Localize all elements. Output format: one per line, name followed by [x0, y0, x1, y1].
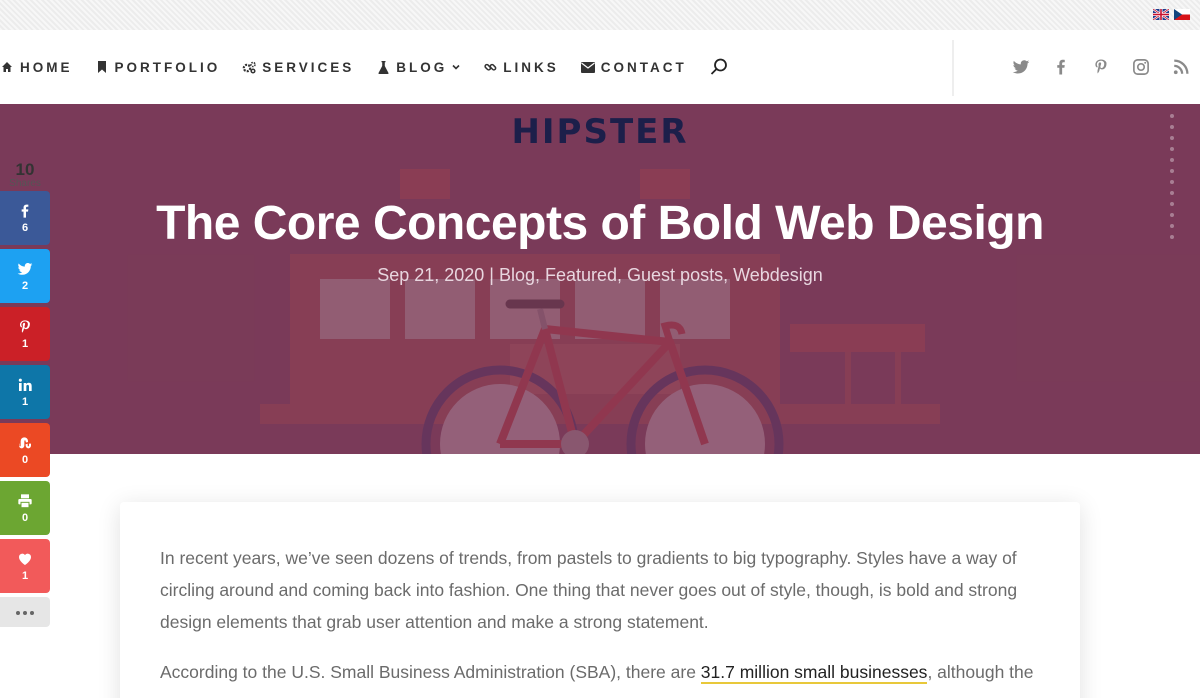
heart-icon: [16, 550, 34, 568]
share-button-twitter[interactable]: 2: [0, 249, 50, 303]
home-icon: [0, 60, 14, 74]
menu-label-links: LINKS: [503, 59, 559, 75]
bookmark-icon: [95, 60, 109, 74]
paragraph-2-text-end: , although the: [927, 662, 1034, 682]
article-card: In recent years, we’ve seen dozens of tr…: [120, 502, 1080, 698]
share-button-facebook[interactable]: 6: [0, 191, 50, 245]
share-count-print: 0: [21, 512, 29, 524]
search-icon[interactable]: [709, 57, 729, 77]
dot-pattern: [1170, 114, 1174, 246]
paragraph-2-text-start: According to the U.S. Small Business Adm…: [160, 662, 701, 682]
main-navigation: HOME PORTFOLIO SERVICES BLOG LINKS CONTA…: [0, 30, 1200, 104]
menu-item-portfolio[interactable]: PORTFOLIO: [95, 60, 221, 75]
print-icon: [16, 492, 34, 510]
share-button-stumbleupon[interactable]: 0: [0, 423, 50, 477]
instagram-icon[interactable]: [1132, 58, 1150, 76]
social-links: [1012, 58, 1190, 76]
share-total: 10 Shares: [0, 160, 50, 189]
share-bar: 6 2 1 1 0 0 1: [0, 191, 50, 627]
menu-item-links[interactable]: LINKS: [483, 60, 559, 75]
share-count-pinterest: 1: [21, 338, 29, 350]
flask-icon: [376, 60, 390, 74]
facebook-icon[interactable]: [1052, 58, 1070, 76]
share-count-facebook: 6: [21, 222, 29, 234]
share-button-love[interactable]: 1: [0, 539, 50, 593]
link-icon: [483, 60, 497, 74]
rss-icon[interactable]: [1172, 58, 1190, 76]
share-button-linkedin[interactable]: 1: [0, 365, 50, 419]
share-count-twitter: 2: [21, 280, 29, 292]
pinterest-icon: [16, 318, 34, 336]
more-icon: [15, 603, 35, 621]
share-button-pinterest[interactable]: 1: [0, 307, 50, 361]
linkedin-icon: [16, 376, 34, 394]
nav-divider: [952, 40, 954, 96]
english-flag-icon[interactable]: [1153, 9, 1169, 20]
envelope-icon: [580, 60, 595, 74]
chevron-down-icon[interactable]: [451, 62, 461, 72]
menu-label-portfolio: PORTFOLIO: [114, 59, 221, 75]
post-meta: Sep 21, 2020 | Blog, Featured, Guest pos…: [377, 265, 823, 285]
czech-flag-icon[interactable]: [1174, 9, 1190, 20]
share-count-stumbleupon: 0: [21, 454, 29, 466]
share-count-love: 1: [21, 570, 29, 582]
twitter-icon[interactable]: [1012, 58, 1030, 76]
share-total-number: 10: [15, 160, 35, 179]
post-title: The Core Concepts of Bold Web Design: [156, 197, 1044, 250]
menu-label-services: SERVICES: [262, 59, 355, 75]
language-switcher: [1153, 9, 1190, 20]
menu-item-blog[interactable]: BLOG: [376, 60, 461, 75]
small-businesses-link[interactable]: 31.7 million small businesses: [700, 662, 928, 684]
menu-label-blog: BLOG: [396, 59, 448, 75]
menu-label-contact: CONTACT: [600, 59, 687, 75]
share-button-print[interactable]: 0: [0, 481, 50, 535]
hero-image-text: HIPSTER: [511, 112, 689, 152]
pinterest-icon[interactable]: [1092, 58, 1110, 76]
main-menu: HOME PORTFOLIO SERVICES BLOG LINKS CONTA…: [0, 30, 729, 104]
menu-item-home[interactable]: HOME: [0, 60, 73, 75]
menu-item-contact[interactable]: CONTACT: [580, 59, 687, 75]
menu-item-services[interactable]: SERVICES: [242, 60, 354, 75]
share-more-button[interactable]: [0, 597, 50, 627]
twitter-icon: [16, 260, 34, 278]
article-paragraph-1: In recent years, we’ve seen dozens of tr…: [160, 548, 1018, 632]
gears-icon: [242, 60, 257, 74]
share-total-label: Shares: [9, 178, 41, 189]
article-paragraph-2: According to the U.S. Small Business Adm…: [160, 656, 1040, 688]
share-count-linkedin: 1: [21, 396, 29, 408]
facebook-icon: [16, 202, 34, 220]
top-bar: [0, 0, 1200, 30]
menu-label-home: HOME: [20, 59, 73, 75]
stumbleupon-icon: [16, 434, 34, 452]
post-hero: HIPSTER The Core Concepts of Bold Web De…: [0, 104, 1200, 454]
